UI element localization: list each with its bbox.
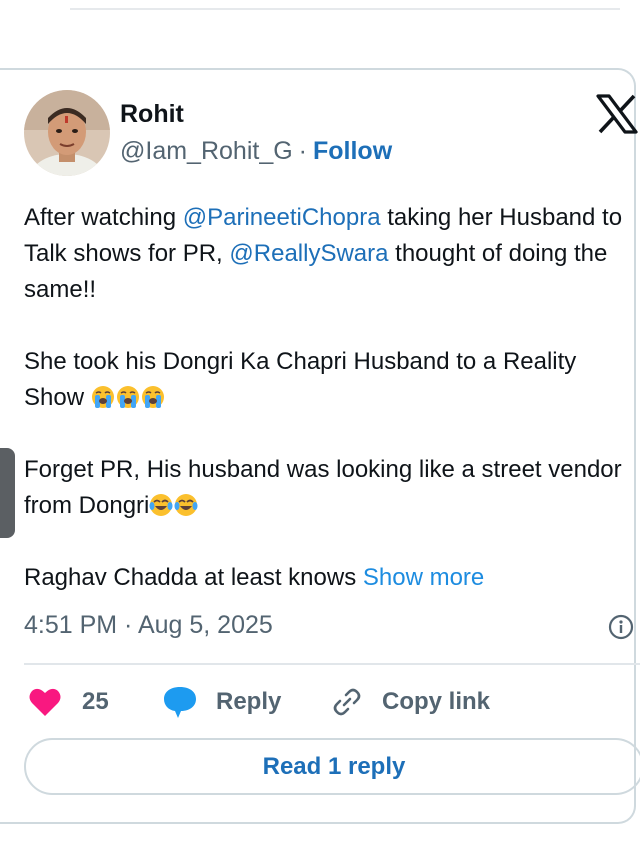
reply-button[interactable]: Reply xyxy=(162,682,281,722)
divider xyxy=(24,663,640,665)
x-logo-icon[interactable] xyxy=(596,94,638,134)
tweet-paragraph-1: After watching @ParineetiChopra taking h… xyxy=(24,200,636,308)
info-icon[interactable] xyxy=(608,614,634,640)
tweet-text: After watching @ParineetiChopra taking h… xyxy=(24,200,636,596)
read-replies-button[interactable]: Read 1 reply xyxy=(24,738,640,795)
action-bar: 25 Reply Copy link xyxy=(24,682,624,722)
tweet-paragraph-3: Forget PR, His husband was looking like … xyxy=(24,452,636,524)
scroll-handle[interactable] xyxy=(0,448,15,538)
separator-dot: · xyxy=(298,137,307,165)
reply-label: Reply xyxy=(216,688,282,715)
read-replies-label: Read 1 reply xyxy=(262,752,406,780)
tweet-timestamp[interactable]: 4:51 PM · Aug 5, 2025 xyxy=(24,611,273,640)
copy-link-label: Copy link xyxy=(382,688,491,715)
tears-of-joy-emoji xyxy=(149,492,173,516)
author-handle-row: @Iam_Rohit_G · Follow xyxy=(120,137,392,166)
author-name[interactable]: Rohit xyxy=(120,100,184,129)
tears-of-joy-emoji xyxy=(174,492,198,516)
speech-bubble-icon xyxy=(162,685,198,719)
loudly-crying-face-emoji xyxy=(116,384,140,408)
text-span: Raghav Chadda at least knows xyxy=(24,564,363,591)
mention-link[interactable]: @ParineetiChopra xyxy=(183,204,381,231)
text-span: Forget PR, His husband was looking like … xyxy=(24,456,622,519)
tweet-paragraph-2: She took his Dongri Ka Chapri Husband to… xyxy=(24,344,636,416)
show-more-link[interactable]: Show more xyxy=(363,564,484,591)
link-icon xyxy=(330,685,364,719)
top-divider xyxy=(70,8,620,10)
copy-link-button[interactable]: Copy link xyxy=(330,682,490,722)
author-handle[interactable]: @Iam_Rohit_G xyxy=(120,137,293,165)
mention-link[interactable]: @ReallySwara xyxy=(229,240,388,267)
loudly-crying-face-emoji xyxy=(141,384,165,408)
tweet-paragraph-4: Raghav Chadda at least knows Show more xyxy=(24,560,636,596)
avatar[interactable] xyxy=(24,90,110,176)
heart-icon xyxy=(28,686,62,718)
follow-button[interactable]: Follow xyxy=(313,137,392,165)
loudly-crying-face-emoji xyxy=(91,384,115,408)
text-span: After watching xyxy=(24,204,183,231)
like-count: 25 xyxy=(82,688,109,715)
like-button[interactable]: 25 xyxy=(28,682,109,722)
